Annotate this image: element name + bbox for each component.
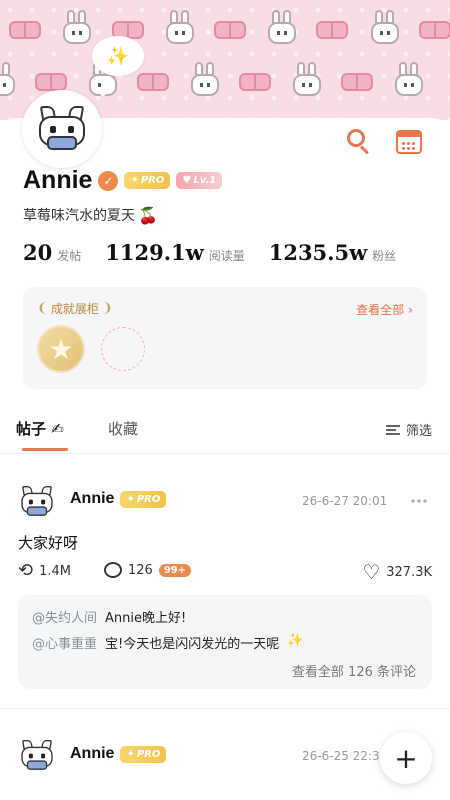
comment-button[interactable]: 126 99+ — [104, 562, 192, 578]
level-badge-label: Lv.1 — [193, 175, 217, 186]
bio-text: 草莓味汽水的夏天 — [23, 208, 135, 224]
post-timestamp: 26-6-27 20:01 — [302, 494, 388, 508]
banner-pattern-row — [0, 10, 450, 46]
comment-user[interactable]: @心事重重 — [32, 633, 97, 652]
pro-badge-label: PRO — [136, 493, 161, 505]
avatar[interactable] — [22, 90, 102, 168]
profile-name: Annie — [23, 166, 93, 194]
content-tabs: 帖子 ✍ 收藏 筛选 — [0, 408, 450, 454]
profile-stats: 20 发帖 1129.1w 阅读量 1235.5w 粉丝 — [23, 240, 420, 265]
stat-posts[interactable]: 20 发帖 — [23, 240, 81, 265]
laurel-right-icon: ❩ — [101, 301, 113, 316]
new-post-button[interactable]: + — [380, 732, 432, 784]
filter-label: 筛选 — [405, 424, 432, 439]
stat-label: 阅读量 — [208, 249, 245, 263]
verified-icon: ✓ — [98, 170, 119, 191]
comment-count: 126 — [128, 562, 153, 578]
empty-medal-slot — [101, 327, 145, 371]
chevron-right-icon: › — [408, 302, 413, 317]
view-all-label: 查看全部 — [356, 303, 405, 317]
achievement-showcase: ❨ 成就展柜 ❩ 查看全部 › ★ — [23, 287, 427, 389]
post-timestamp: 26-6-25 22:3 — [302, 749, 380, 763]
like-count: 327.3K — [386, 564, 432, 580]
stat-label: 粉丝 — [372, 249, 397, 263]
stat-followers[interactable]: 1235.5w 粉丝 — [269, 240, 396, 265]
pro-badge: ✦ PRO — [120, 490, 167, 508]
comment-preview[interactable]: @失约人间 Annie晚上好! @心事重重 宝!今天也是闪闪发光的一天呢 ✨ 查… — [18, 595, 432, 689]
star-medal-icon[interactable]: ★ — [39, 327, 83, 371]
post-actions: ⟲ 1.4M 126 99+ ♡ 327.3K — [18, 562, 432, 584]
laurel-left-icon: ❨ — [37, 301, 48, 316]
search-icon[interactable] — [344, 127, 374, 157]
profile-bio: 草莓味汽水的夏天 🍒 — [23, 205, 158, 225]
post-author-name[interactable]: Annie — [70, 490, 114, 508]
comment-line: @失约人间 Annie晚上好! — [32, 607, 186, 626]
like-button[interactable]: ♡ 327.3K — [362, 562, 432, 582]
more-options-icon[interactable] — [410, 499, 428, 503]
post-divider — [0, 708, 450, 709]
post-author-avatar[interactable] — [20, 740, 56, 774]
filter-button[interactable]: 筛选 — [385, 420, 432, 439]
post-author-name[interactable]: Annie — [70, 745, 114, 763]
tab-favorites-label: 收藏 — [108, 420, 139, 438]
pro-badge-label: PRO — [140, 175, 165, 186]
achievement-title: ❨ 成就展柜 ❩ — [37, 300, 113, 317]
stat-reads[interactable]: 1129.1w 阅读量 — [105, 240, 244, 265]
status-bubble[interactable]: ✨ — [92, 36, 144, 76]
post-author-avatar[interactable] — [20, 486, 56, 520]
avatar-pet-image — [37, 106, 87, 152]
thought-bubble-dot — [100, 90, 106, 96]
comment-icon — [104, 562, 122, 578]
comment-text: 宝!今天也是闪闪发光的一天呢 — [105, 637, 280, 652]
profile-name-row: Annie ✓ ✦ PRO ♥ Lv.1 — [23, 166, 223, 195]
stat-value: 20 — [23, 240, 53, 265]
pro-badge-label: PRO — [136, 748, 161, 760]
repost-button[interactable]: ⟲ 1.4M — [18, 562, 71, 580]
post-body-text[interactable]: 大家好呀 — [18, 532, 78, 553]
filter-icon — [385, 424, 400, 435]
comment-user[interactable]: @失约人间 — [32, 607, 97, 626]
achievement-title-text: 成就展柜 — [50, 302, 99, 316]
comment-line: @心事重重 宝!今天也是闪闪发光的一天呢 ✨ — [32, 633, 303, 652]
tab-posts-label: 帖子 — [16, 420, 47, 438]
calendar-icon[interactable] — [394, 127, 424, 157]
pro-badge[interactable]: ✦ PRO — [124, 172, 171, 189]
post-author-row: Annie ✦ PRO — [70, 490, 167, 508]
stat-value: 1129.1w — [105, 240, 204, 265]
thought-bubble-dot — [104, 80, 114, 89]
pro-badge: ✦ PRO — [120, 745, 167, 763]
tab-posts[interactable]: 帖子 ✍ — [16, 418, 64, 439]
active-tab-indicator — [22, 448, 68, 451]
sparkle-icon: ✨ — [106, 45, 130, 67]
hot-badge: 99+ — [158, 563, 192, 577]
heart-icon: ♡ — [362, 560, 381, 584]
sparkle-icon: ✨ — [287, 633, 304, 648]
view-all-comments-link[interactable]: 查看全部 126 条评论 — [292, 661, 416, 680]
stat-value: 1235.5w — [268, 240, 368, 265]
repost-icon: ⟲ — [18, 560, 34, 581]
stat-label: 发帖 — [57, 249, 82, 263]
level-badge[interactable]: ♥ Lv.1 — [176, 172, 223, 189]
tab-favorites[interactable]: 收藏 — [108, 418, 138, 439]
achievement-view-all-link[interactable]: 查看全部 › — [356, 301, 413, 318]
comment-text: Annie晚上好! — [105, 611, 187, 626]
post-author-row: Annie ✦ PRO — [70, 745, 167, 763]
writing-hand-icon: ✍ — [51, 420, 64, 438]
repost-count: 1.4M — [39, 563, 71, 579]
cherry-icon: 🍒 — [138, 205, 158, 225]
